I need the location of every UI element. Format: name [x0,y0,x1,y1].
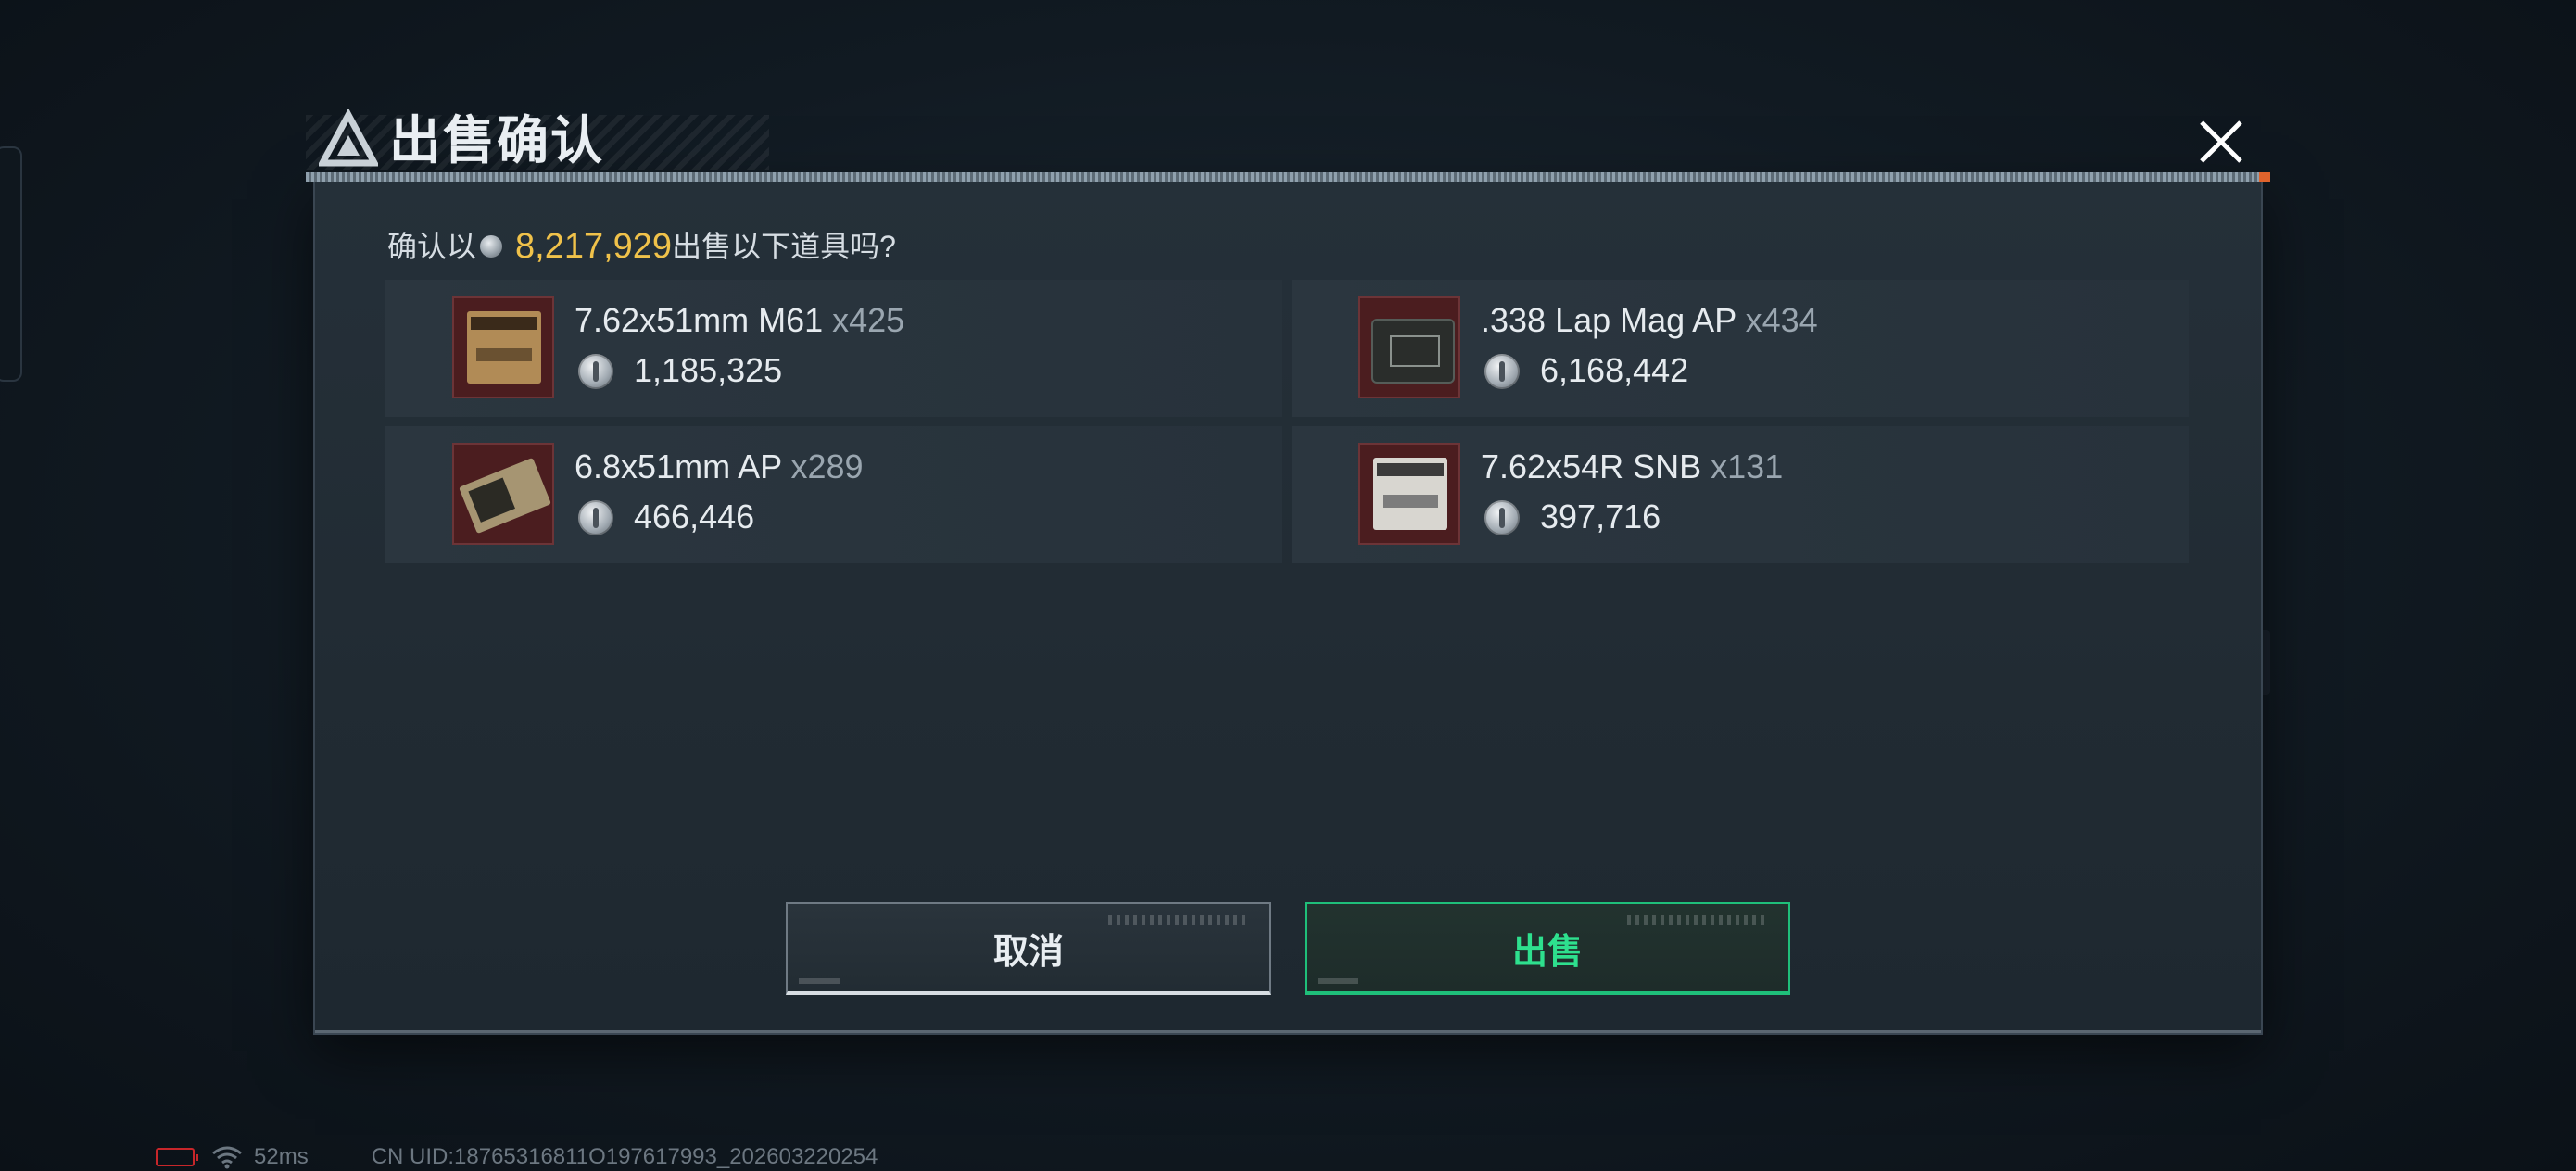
dialog-header: 出售确认 [306,96,2270,182]
button-decoration [799,978,840,984]
item-price: 1,185,325 [634,351,783,389]
item-price: 397,716 [1540,497,1661,535]
item-price: 466,446 [634,497,755,535]
sell-button-label: 出售 [1511,932,1583,972]
sell-button[interactable]: 出售 [1305,902,1790,995]
prompt-prefix: 确认以 [387,230,477,263]
user-uid: CN UID:18765316811O197617993_20260322025… [371,1144,878,1169]
button-decoration [1108,915,1247,925]
coin-icon [480,235,503,258]
header-divider [306,172,2270,182]
item-price: 6,168,442 [1540,351,1689,389]
coin-icon [1484,354,1520,389]
ping-value: 52ms [254,1144,309,1169]
item-quantity: x289 [790,447,864,485]
item-name-line: 6.8x51mm AP x289 [575,447,864,487]
list-item: .338 Lap Mag AP x434 6,168,442 [1292,280,2189,417]
coin-icon [578,500,613,535]
ammo-box-icon [452,443,554,545]
prompt-total-amount: 8,217,929 [515,227,673,266]
button-decoration [1627,915,1766,925]
item-name: .338 Lap Mag AP [1481,301,1736,339]
ammo-case-icon [1358,296,1460,398]
item-quantity: x434 [1745,301,1818,339]
cancel-button[interactable]: 取消 [786,902,1271,995]
item-quantity: x425 [832,301,905,339]
header-divider-accent [2259,172,2270,182]
sell-prompt: 确认以 8,217,929 出售以下道具吗? [387,220,896,272]
item-name-line: .338 Lap Mag AP x434 [1481,300,1818,341]
item-quantity: x131 [1711,447,1784,485]
dialog-title: 出售确认 [389,111,604,170]
item-name-line: 7.62x51mm M61 x425 [575,300,904,341]
coin-icon [1484,500,1520,535]
list-item: 6.8x51mm AP x289 466,446 [385,426,1282,563]
prompt-suffix: 出售以下道具吗? [672,230,896,263]
item-name: 6.8x51mm AP [575,447,782,485]
ammo-box-icon [452,296,554,398]
status-bar: 52ms CN UID:18765316811O197617993_202603… [156,1143,878,1171]
coin-icon [578,354,613,389]
list-item: 7.62x51mm M61 x425 1,185,325 [385,280,1282,417]
close-button[interactable] [2189,109,2254,174]
battery-icon [156,1148,198,1166]
item-name-line: 7.62x54R SNB x131 [1481,447,1783,487]
button-decoration [1318,978,1358,984]
wifi-icon [212,1146,242,1169]
close-icon [2200,120,2242,163]
side-tab [0,146,22,382]
triangle-logo-icon [319,109,378,167]
list-item: 7.62x54R SNB x131 397,716 [1292,426,2189,563]
item-name: 7.62x54R SNB [1481,447,1702,485]
ammo-box-icon [1358,443,1460,545]
dialog-bottom-border [315,1030,2261,1033]
cancel-button-label: 取消 [992,932,1064,972]
item-name: 7.62x51mm M61 [575,301,824,339]
